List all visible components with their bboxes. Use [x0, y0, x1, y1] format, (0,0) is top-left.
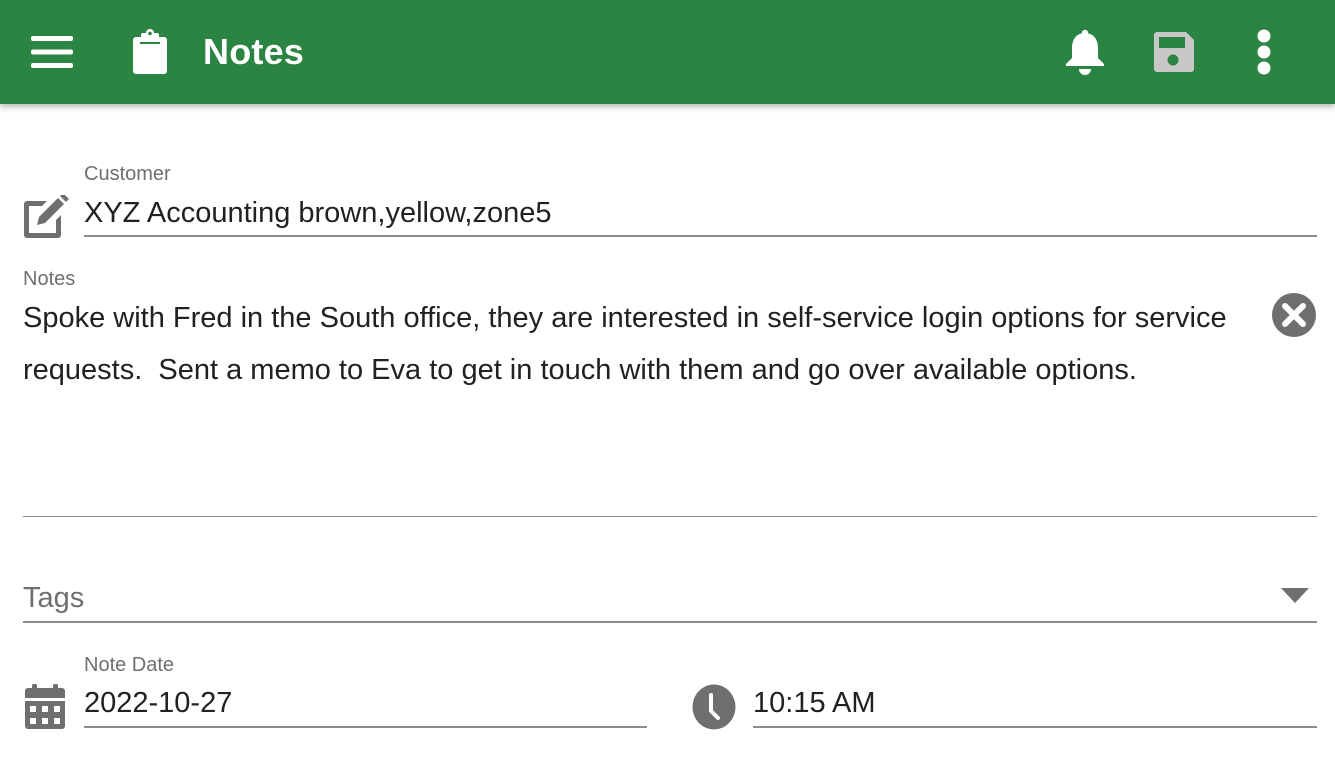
page-title: Notes: [203, 31, 305, 72]
note-date-input[interactable]: 2022-10-27: [84, 685, 232, 721]
floppy-disk-save-icon: [1154, 32, 1194, 72]
app-bar: Notes: [0, 0, 1335, 104]
customer-underline: [84, 235, 1317, 237]
more-vert-icon: [1257, 29, 1271, 75]
edit-icon: [24, 195, 69, 238]
note-date-label: Note Date: [84, 654, 175, 676]
notes-textarea[interactable]: Spoke with Fred in the South office, the…: [23, 292, 1268, 396]
bell-icon: [1066, 29, 1104, 75]
save-button[interactable]: [1144, 22, 1204, 82]
customer-input[interactable]: XYZ Accounting brown,yellow,zone5: [84, 195, 552, 231]
calendar-icon: [25, 684, 65, 729]
note-time-underline: [753, 726, 1317, 728]
note-time-input[interactable]: 10:15 AM: [753, 685, 876, 721]
time-picker-button[interactable]: [689, 682, 739, 732]
notes-underline: [23, 516, 1317, 517]
clear-circle-icon: [1272, 293, 1316, 337]
customer-label: Customer: [84, 163, 171, 185]
more-options-button[interactable]: [1234, 22, 1294, 82]
clear-notes-button[interactable]: [1271, 292, 1317, 338]
clock-icon: [692, 684, 736, 730]
edit-customer-button[interactable]: [20, 192, 70, 242]
notes-label: Notes: [23, 268, 76, 290]
tags-select[interactable]: Tags: [23, 576, 1317, 622]
dropdown-arrow-icon: [1281, 588, 1309, 603]
note-date-underline: [84, 726, 647, 728]
hamburger-menu-icon: [31, 36, 73, 68]
app-icon: [120, 22, 180, 82]
tags-placeholder: Tags: [23, 582, 85, 614]
menu-button[interactable]: [22, 22, 82, 82]
tags-underline: [23, 621, 1317, 623]
date-picker-button[interactable]: [20, 682, 70, 732]
notifications-button[interactable]: [1055, 22, 1115, 82]
clipboard-icon: [133, 29, 167, 74]
